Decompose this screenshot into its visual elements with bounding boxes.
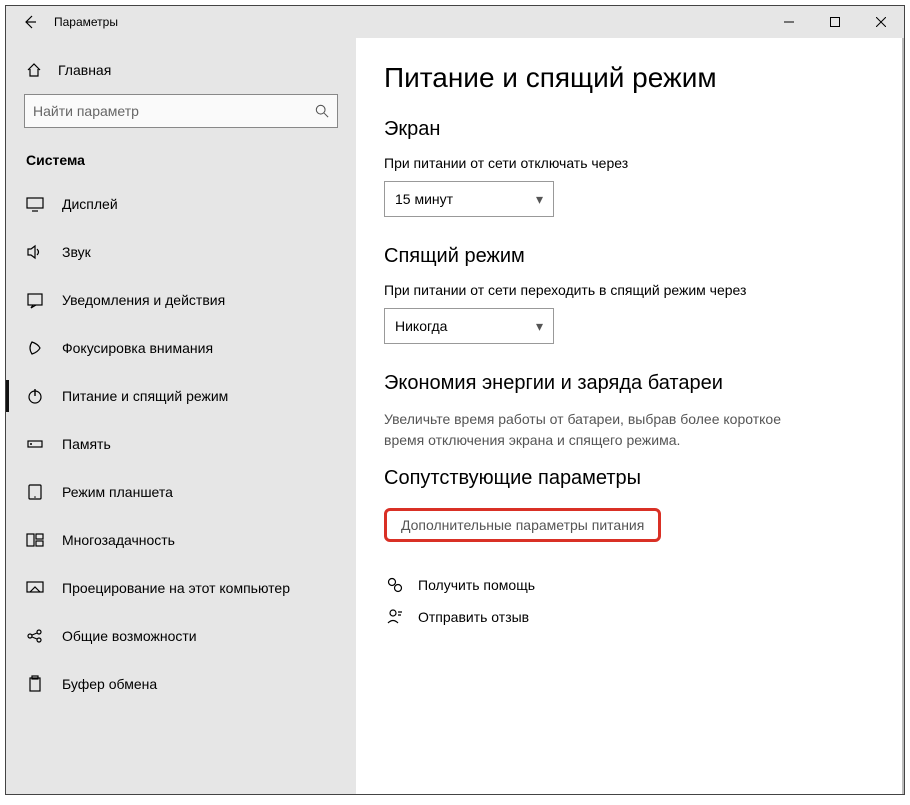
screen-off-value: 15 минут <box>395 191 453 207</box>
sidebar-item-tablet[interactable]: Режим планшета <box>6 468 356 516</box>
window-body: Главная Система Дисплей Звук Уведомления… <box>6 38 904 794</box>
give-feedback-label: Отправить отзыв <box>418 609 529 625</box>
sidebar-item-label: Уведомления и действия <box>62 292 225 308</box>
window-title: Параметры <box>54 15 766 29</box>
content-pane: Питание и спящий режим Экран При питании… <box>356 38 904 794</box>
clipboard-icon <box>26 675 44 693</box>
sleep-value: Никогда <box>395 318 447 334</box>
sidebar-item-label: Проецирование на этот компьютер <box>62 580 290 596</box>
sidebar-item-shared[interactable]: Общие возможности <box>6 612 356 660</box>
related-section-heading: Сопутствующие параметры <box>384 467 880 490</box>
sleep-label: При питании от сети переходить в спящий … <box>384 282 880 298</box>
additional-power-settings-link[interactable]: Дополнительные параметры питания <box>384 508 661 542</box>
battery-description: Увеличьте время работы от батареи, выбра… <box>384 409 824 451</box>
home-button[interactable]: Главная <box>6 54 356 90</box>
home-label: Главная <box>58 62 111 78</box>
page-title: Питание и спящий режим <box>384 62 880 94</box>
sidebar-item-label: Многозадачность <box>62 532 175 548</box>
minimize-icon <box>784 17 794 27</box>
sidebar: Главная Система Дисплей Звук Уведомления… <box>6 38 356 794</box>
screen-section-heading: Экран <box>384 118 880 141</box>
display-icon <box>26 195 44 213</box>
window-controls <box>766 6 904 38</box>
tablet-icon <box>26 483 44 501</box>
sidebar-item-label: Память <box>62 436 111 452</box>
projecting-icon <box>26 579 44 597</box>
sidebar-group-label: Система <box>6 136 356 180</box>
screen-off-label: При питании от сети отключать через <box>384 155 880 171</box>
settings-window: Параметры Главная <box>5 5 905 795</box>
sidebar-item-power[interactable]: Питание и спящий режим <box>6 372 356 420</box>
sidebar-item-focus[interactable]: Фокусировка внимания <box>6 324 356 372</box>
sidebar-item-label: Общие возможности <box>62 628 197 644</box>
get-help-link[interactable]: Получить помощь <box>384 576 880 594</box>
home-icon <box>26 62 44 78</box>
titlebar: Параметры <box>6 6 904 38</box>
sidebar-item-sound[interactable]: Звук <box>6 228 356 276</box>
feedback-icon <box>384 608 406 626</box>
sidebar-item-display[interactable]: Дисплей <box>6 180 356 228</box>
sound-icon <box>26 243 44 261</box>
sidebar-item-multitasking[interactable]: Многозадачность <box>6 516 356 564</box>
maximize-icon <box>830 17 840 27</box>
sidebar-item-label: Буфер обмена <box>62 676 157 692</box>
back-button[interactable] <box>6 6 54 38</box>
sidebar-item-label: Дисплей <box>62 196 118 212</box>
sidebar-item-clipboard[interactable]: Буфер обмена <box>6 660 356 708</box>
storage-icon <box>26 435 44 453</box>
sidebar-item-label: Звук <box>62 244 91 260</box>
scrollbar[interactable] <box>902 38 904 794</box>
shared-icon <box>26 627 44 645</box>
sidebar-item-projecting[interactable]: Проецирование на этот компьютер <box>6 564 356 612</box>
search-box[interactable] <box>24 94 338 128</box>
sleep-section-heading: Спящий режим <box>384 245 880 268</box>
sidebar-item-storage[interactable]: Память <box>6 420 356 468</box>
power-icon <box>26 387 44 405</box>
close-button[interactable] <box>858 6 904 38</box>
close-icon <box>876 17 886 27</box>
screen-off-dropdown[interactable]: 15 минут ▾ <box>384 181 554 217</box>
help-icon <box>384 576 406 594</box>
get-help-label: Получить помощь <box>418 577 535 593</box>
sleep-dropdown[interactable]: Никогда ▾ <box>384 308 554 344</box>
sidebar-item-notifications[interactable]: Уведомления и действия <box>6 276 356 324</box>
give-feedback-link[interactable]: Отправить отзыв <box>384 608 880 626</box>
arrow-left-icon <box>22 14 38 30</box>
chevron-down-icon: ▾ <box>536 318 543 335</box>
sidebar-item-label: Питание и спящий режим <box>62 388 228 404</box>
notify-icon <box>26 291 44 309</box>
chevron-down-icon: ▾ <box>536 191 543 208</box>
search-input[interactable] <box>33 103 315 119</box>
search-icon <box>315 104 329 118</box>
battery-section-heading: Экономия энергии и заряда батареи <box>384 372 880 395</box>
multitask-icon <box>26 531 44 549</box>
sidebar-item-label: Режим планшета <box>62 484 173 500</box>
sidebar-item-label: Фокусировка внимания <box>62 340 213 356</box>
focus-icon <box>26 339 44 357</box>
maximize-button[interactable] <box>812 6 858 38</box>
minimize-button[interactable] <box>766 6 812 38</box>
